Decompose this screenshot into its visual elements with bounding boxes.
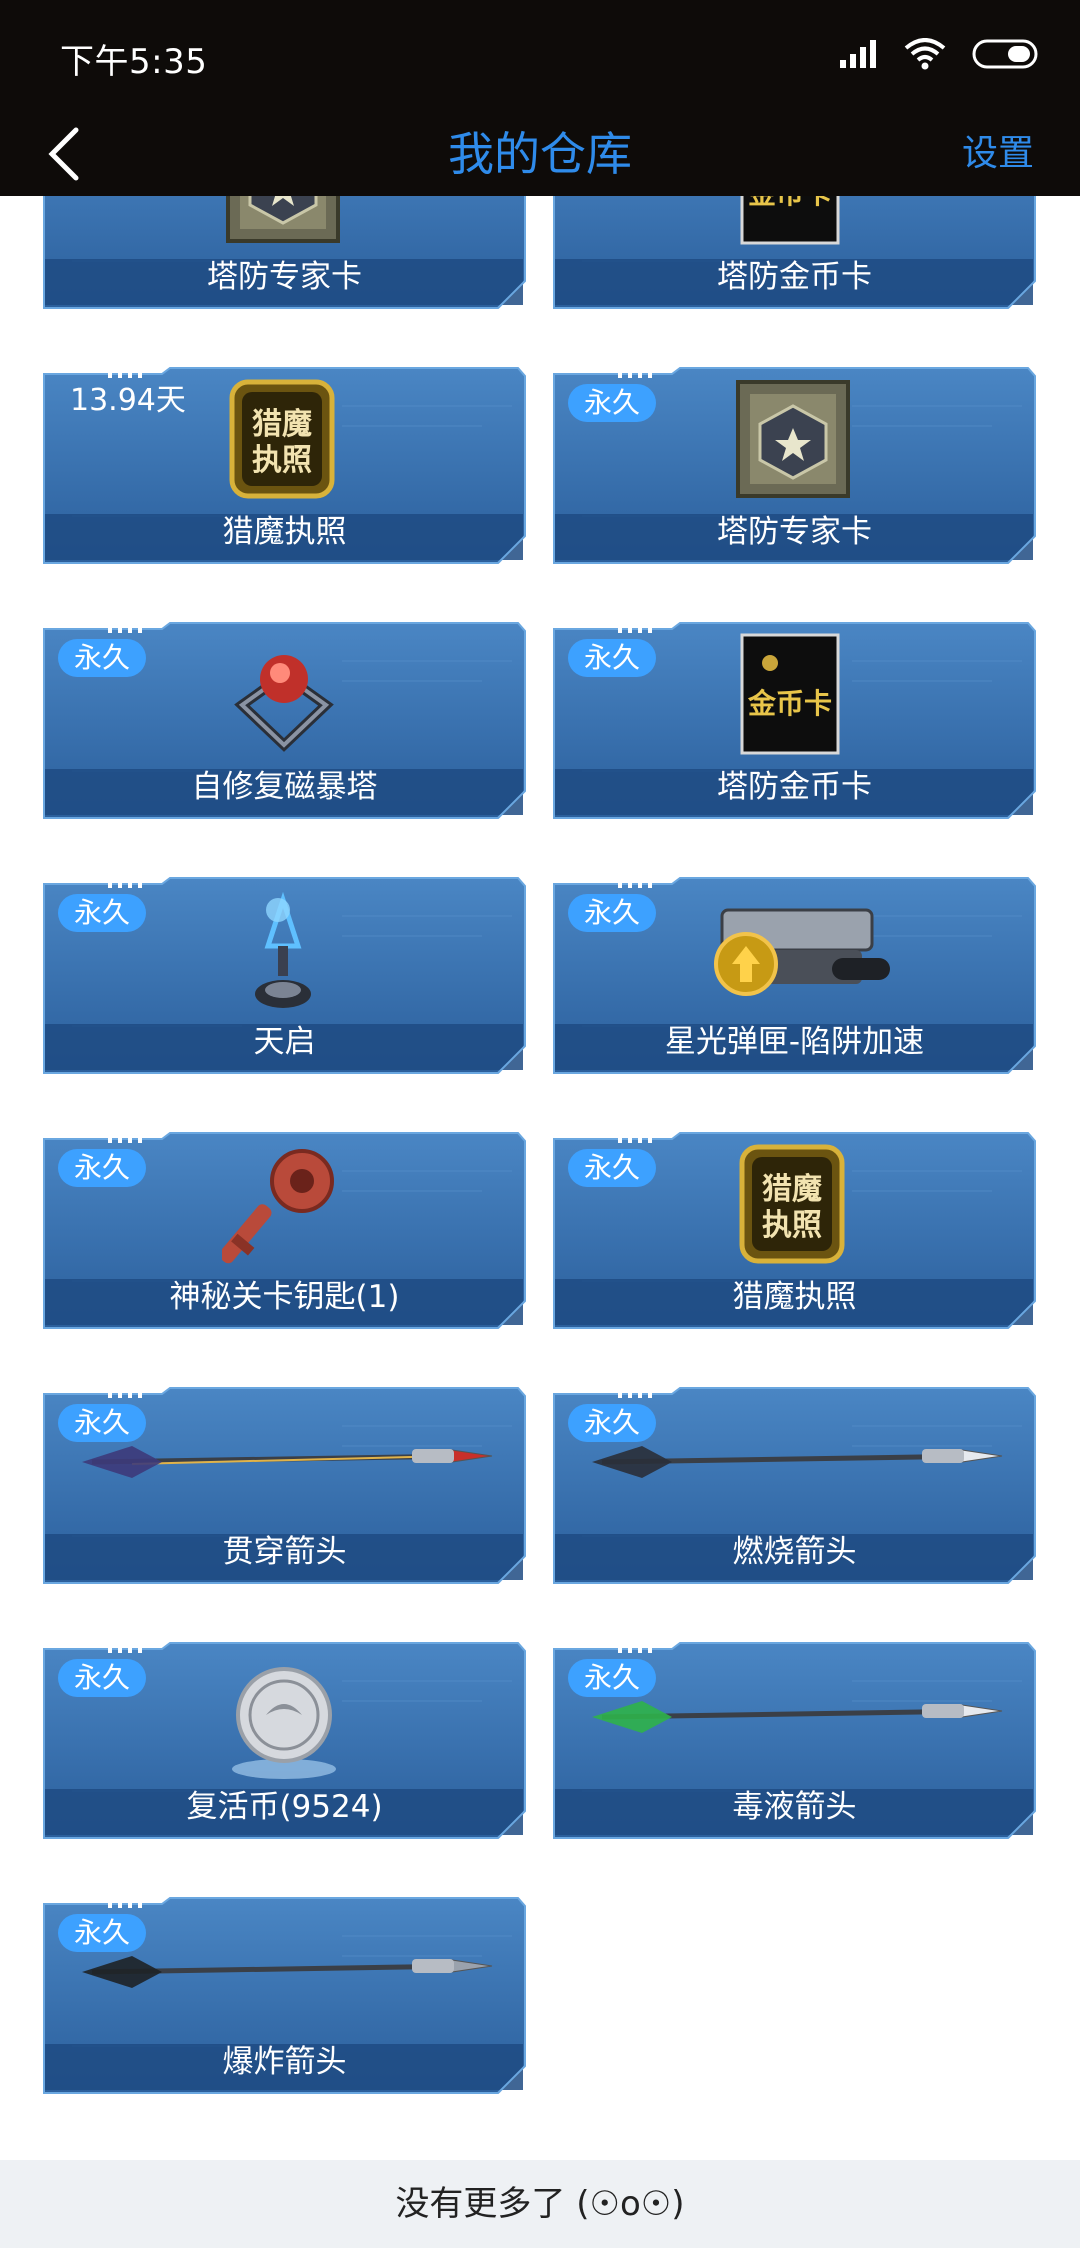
no-more-footer: 没有更多了 (☉o☉) [0,2160,1080,2248]
tick-marks-decoration [618,621,652,633]
duration-badge: 13.94天 [70,383,186,418]
tick-marks-decoration [618,876,652,888]
warehouse-item-card[interactable]: 永久复活币(9524) [42,1641,527,1840]
warehouse-item-card[interactable]: 塔防专家卡 [42,196,527,310]
status-icons [840,34,1040,74]
tick-marks-decoration [108,1131,142,1143]
warehouse-item-card[interactable]: 永久贯穿箭头 [42,1386,527,1585]
warehouse-item-card[interactable]: 永久燃烧箭头 [552,1386,1037,1585]
item-name: 复活币(9524) [186,1789,383,1825]
svg-text:执照: 执照 [252,443,312,478]
tick-marks-decoration [108,621,142,633]
item-name: 燃烧箭头 [732,1534,857,1570]
signal-icon [840,40,876,68]
warehouse-item-card[interactable]: 永久神秘关卡钥匙(1) [42,1131,527,1330]
wifi-icon [904,38,946,70]
item-name: 塔防金币卡 [717,259,872,295]
gold-card-icon: 金币卡 [740,196,840,245]
item-name: 毒液箭头 [732,1789,857,1825]
svg-text:金币卡: 金币卡 [747,196,832,210]
duration-badge: 永久 [568,1404,657,1442]
tick-marks-decoration [618,1131,652,1143]
duration-badge: 永久 [58,894,147,932]
license-icon: 猎魔 执照 [739,1144,845,1264]
gold-card-icon: 金币卡 [740,633,840,755]
svg-text:猎魔: 猎魔 [252,407,312,442]
warehouse-item-card[interactable]: 金币卡 塔防金币卡 [552,196,1037,310]
duration-badge: 永久 [58,639,147,677]
duration-badge: 永久 [568,639,657,677]
duration-badge: 永久 [58,1914,147,1952]
item-name: 塔防专家卡 [207,259,362,295]
license-icon: 猎魔 执照 [229,379,335,499]
tesla-tower-icon [234,655,334,752]
warehouse-grid[interactable]: 塔防专家卡 金币卡 塔防金币卡 [0,196,1080,2160]
key-icon [222,1149,334,1264]
warehouse-item-card[interactable]: 永久天启 [42,876,527,1075]
duration-badge: 永久 [568,1149,657,1187]
warehouse-item-card[interactable]: 永久塔防专家卡 [552,366,1037,565]
revive-coin-icon [232,1667,336,1779]
apocalypse-tower-icon [255,891,311,1008]
svg-text:猎魔: 猎魔 [762,1172,822,1207]
duration-badge: 永久 [568,1659,657,1697]
svg-text:执照: 执照 [762,1208,822,1243]
item-name: 猎魔执照 [222,514,347,550]
duration-badge: 永久 [568,894,657,932]
tick-marks-decoration [618,366,652,378]
duration-badge: 永久 [58,1659,147,1697]
warehouse-item-card[interactable]: 永久毒液箭头 [552,1641,1037,1840]
item-name: 塔防金币卡 [717,769,872,805]
item-name: 自修复磁暴塔 [191,769,378,805]
duration-badge: 永久 [568,384,657,422]
page-title: 我的仓库 [448,127,632,181]
item-name: 猎魔执照 [732,1279,857,1315]
tick-marks-decoration [108,366,142,378]
expert-card-icon [736,380,850,498]
svg-text:金币卡: 金币卡 [747,687,832,720]
warehouse-item-card[interactable]: 永久自修复磁暴塔 [42,621,527,820]
item-name: 塔防专家卡 [717,514,872,550]
item-name: 爆炸箭头 [222,2044,347,2080]
settings-button[interactable]: 设置 [962,112,1034,196]
status-time: 下午5:35 [60,42,208,82]
magazine-icon [714,908,890,996]
tick-marks-decoration [108,1641,142,1653]
tick-marks-decoration [108,1386,142,1398]
expert-card-icon [226,196,340,243]
item-name: 贯穿箭头 [222,1534,347,1570]
warehouse-item-card[interactable]: 永久爆炸箭头 [42,1896,527,2095]
item-name: 星光弹匣-陷阱加速 [664,1024,925,1060]
warehouse-item-card[interactable]: 猎魔 执照 13.94天猎魔执照 [42,366,527,565]
warehouse-item-card[interactable]: 永久星光弹匣-陷阱加速 [552,876,1037,1075]
nav-bar: 我的仓库 设置 [0,112,1080,196]
tick-marks-decoration [108,1896,142,1908]
status-bar: 下午5:35 [0,0,1080,112]
battery-icon [972,39,1038,69]
warehouse-item-card[interactable]: 金币卡 永久塔防金币卡 [552,621,1037,820]
tick-marks-decoration [618,1386,652,1398]
tick-marks-decoration [108,876,142,888]
duration-badge: 永久 [58,1149,147,1187]
tick-marks-decoration [618,1641,652,1653]
warehouse-item-card[interactable]: 猎魔 执照 永久猎魔执照 [552,1131,1037,1330]
duration-badge: 永久 [58,1404,147,1442]
item-name: 神秘关卡钥匙(1) [169,1279,400,1315]
item-name: 天启 [253,1024,316,1060]
